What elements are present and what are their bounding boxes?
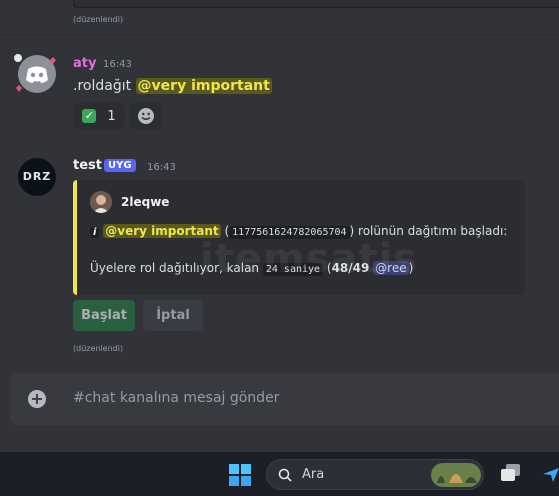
bot-avatar[interactable]: DRZ [18, 158, 56, 196]
message-input[interactable]: #chat kanalına mesaj gönder [73, 390, 279, 406]
command-text: .roldağıt [73, 78, 132, 94]
app-badge: UYG [104, 159, 136, 172]
reaction-button[interactable]: ✓ 1 [73, 102, 125, 130]
search-icon [278, 468, 292, 482]
search-placeholder: Ara [302, 467, 325, 482]
previous-message-embed [73, 0, 559, 8]
check-mark-icon: ✓ [82, 109, 97, 123]
username[interactable]: aty [73, 56, 96, 71]
decoration-icon [14, 54, 56, 92]
cancel-button[interactable]: İptal [143, 300, 203, 331]
avatar-text: DRZ [22, 170, 52, 183]
timestamp: 16:43 [103, 59, 132, 70]
task-view-icon[interactable] [500, 464, 522, 484]
taskbar: Ara [0, 452, 559, 496]
smiley-icon [137, 108, 154, 124]
start-button[interactable]: Başlat [73, 300, 135, 331]
info-icon: i [90, 227, 100, 238]
divider [0, 34, 559, 35]
app-icon[interactable] [543, 466, 559, 482]
search-highlight-icon [431, 463, 481, 487]
taskbar-search[interactable]: Ara [266, 459, 484, 490]
role-mention[interactable]: @very important [135, 78, 272, 94]
windows-start-icon[interactable] [229, 464, 251, 486]
reaction-count: 1 [107, 108, 116, 124]
edited-label: (düzenlendi) [73, 15, 124, 24]
user-photo-icon [90, 191, 112, 213]
message-content: .roldağıt @very important [73, 78, 272, 94]
embed-author-avatar [90, 191, 112, 213]
timestamp: 16:43 [147, 162, 176, 173]
discord-chat-window: (düzenlendi) aty 16:43 .roldağıt @very i… [0, 0, 559, 452]
embed-author: 2leqwe [121, 195, 170, 209]
watermark: itemsatis [200, 236, 419, 282]
edited-label: (düzenlendi) [73, 344, 124, 353]
message-input-bar[interactable]: + #chat kanalına mesaj gönder [10, 373, 559, 425]
plus-icon[interactable]: + [28, 390, 46, 408]
username[interactable]: test [73, 158, 102, 173]
add-reaction-button[interactable] [129, 102, 162, 130]
